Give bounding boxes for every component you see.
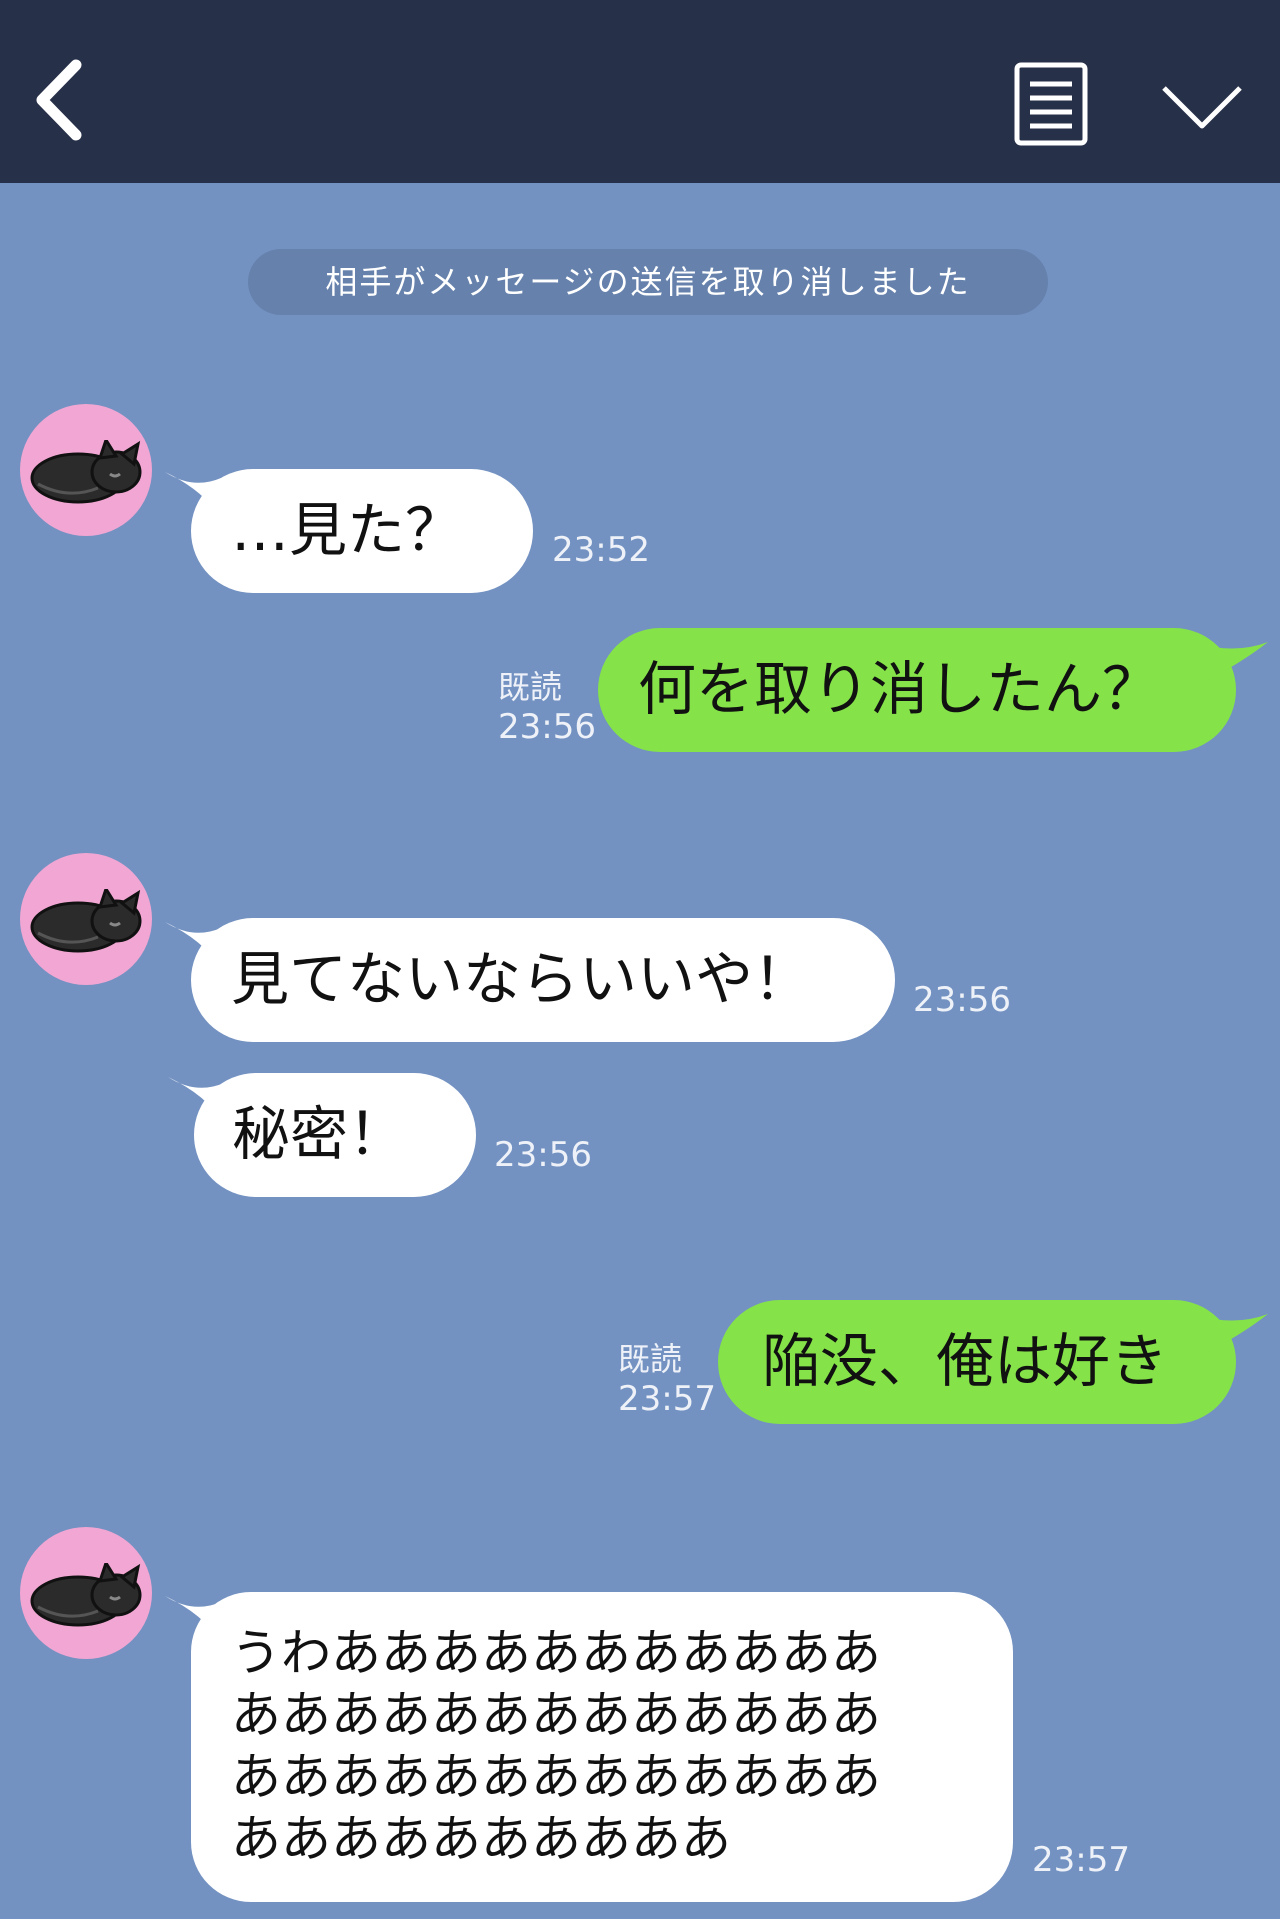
- unsend-notice: 相手がメッセージの送信を取り消しました: [248, 249, 1048, 315]
- message-bubble[interactable]: 見てないならいいや！: [191, 918, 895, 1042]
- read-receipt: 既読: [498, 668, 563, 706]
- message-line: ああああああああああ: [231, 1810, 731, 1868]
- chevron-left-icon[interactable]: [30, 55, 90, 145]
- message-text: …見た？: [231, 496, 464, 564]
- message-text: 秘密！: [232, 1100, 407, 1168]
- message-text: 見てないならいいや！: [231, 945, 812, 1013]
- message-bubble[interactable]: うわあああああああああああ あああああああああああああ ああああああああああああ…: [191, 1592, 1013, 1902]
- message-text: 何を取り消したん？: [638, 655, 1161, 723]
- avatar[interactable]: [20, 404, 152, 536]
- cat-icon: [30, 440, 142, 504]
- message-time: 23:57: [1032, 1840, 1130, 1880]
- avatar[interactable]: [20, 853, 152, 985]
- message-bubble[interactable]: 何を取り消したん？: [598, 628, 1236, 752]
- message-meta: 既読 23:57: [618, 1339, 716, 1419]
- message-time: 23:56: [494, 1135, 592, 1175]
- message-time: 23:56: [913, 980, 1011, 1020]
- avatar[interactable]: [20, 1527, 152, 1659]
- message-text: 陥没、俺は好き: [762, 1327, 1169, 1395]
- message-time: 23:57: [618, 1379, 716, 1419]
- chat-header: [0, 0, 1280, 183]
- message-time: 23:56: [498, 707, 596, 747]
- cat-icon: [30, 1563, 142, 1627]
- message-line: あああああああああああああ: [231, 1748, 881, 1806]
- message-bubble[interactable]: 秘密！: [194, 1073, 476, 1197]
- message-time: 23:52: [552, 530, 650, 570]
- message-text: うわあああああああああああ あああああああああああああ ああああああああああああ…: [231, 1622, 881, 1870]
- cat-icon: [30, 889, 142, 953]
- message-bubble[interactable]: …見た？: [191, 469, 533, 593]
- bubble-tail: [1200, 1314, 1268, 1356]
- message-meta: 既読 23:56: [498, 667, 596, 747]
- message-bubble[interactable]: 陥没、俺は好き: [718, 1300, 1236, 1424]
- read-receipt: 既読: [618, 1340, 683, 1378]
- note-icon[interactable]: [1014, 62, 1088, 146]
- message-line: あああああああああああああ: [231, 1686, 881, 1744]
- bubble-tail: [1200, 642, 1268, 684]
- chevron-down-icon[interactable]: [1160, 80, 1244, 134]
- message-line: うわあああああああああああ: [231, 1624, 881, 1682]
